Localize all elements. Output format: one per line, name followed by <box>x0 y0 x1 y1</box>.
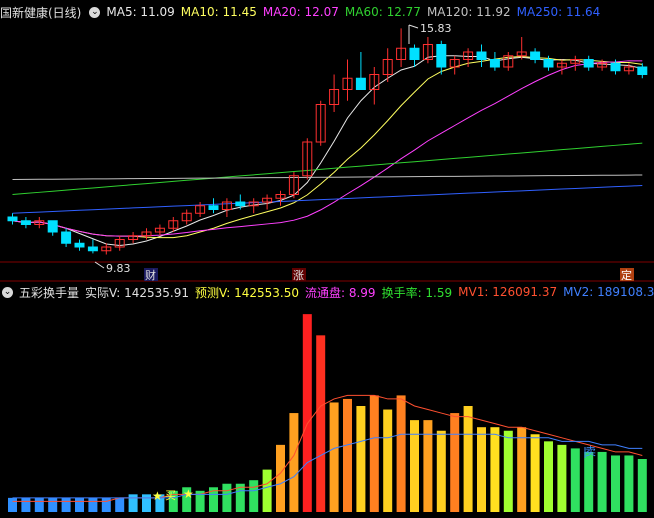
volume-bar <box>570 448 580 512</box>
volume-bars <box>8 314 647 512</box>
volume-bar <box>369 395 379 512</box>
volume-bar <box>611 455 620 512</box>
volume-bar <box>8 497 17 512</box>
volume-bar <box>436 430 446 512</box>
volume-bar <box>597 451 607 512</box>
candle-body <box>87 246 98 252</box>
buy-label: 买 <box>165 489 176 502</box>
volume-bar <box>115 497 125 512</box>
ma250-line <box>12 185 643 214</box>
volume-bar <box>21 497 31 512</box>
candle-body <box>74 242 85 248</box>
volume-bar <box>61 497 71 512</box>
candle-body <box>583 59 594 68</box>
sell-label: 卖 <box>585 445 596 458</box>
volume-bar <box>557 444 567 512</box>
volume-bar <box>396 395 406 512</box>
volume-bar <box>101 497 111 512</box>
volume-bar <box>530 434 540 512</box>
moving-average-lines <box>12 55 643 247</box>
candle-body <box>47 220 58 233</box>
volume-bar <box>356 406 366 512</box>
volume-bar <box>517 427 527 512</box>
candlestick-series <box>7 28 648 255</box>
ma10-line <box>12 55 643 239</box>
volume-bar <box>276 444 285 512</box>
volume-bar <box>48 497 58 512</box>
low-marker-pointer <box>94 261 105 269</box>
volume-bar <box>142 494 151 512</box>
volume-bar <box>463 406 473 512</box>
volume-bar <box>222 483 232 512</box>
volume-bar <box>584 451 594 512</box>
ma20-line <box>12 60 643 237</box>
volume-bar <box>503 430 513 512</box>
buy-star-icon-2: ★ <box>183 487 194 501</box>
volume-bar <box>75 497 84 512</box>
candle-body <box>530 51 541 60</box>
candle-body <box>20 220 31 225</box>
high-marker-pointer <box>408 24 419 29</box>
volume-bar <box>34 497 44 512</box>
limit-up-marker[interactable]: 涨 <box>293 269 304 282</box>
candle-body <box>409 47 420 60</box>
candle-body <box>489 59 500 68</box>
candle-body <box>208 205 219 210</box>
candle-body <box>610 62 621 72</box>
candle-body <box>637 66 648 75</box>
volume-bar <box>88 497 98 512</box>
candle-body <box>355 77 366 90</box>
volume-bar <box>477 427 486 512</box>
volume-bar <box>637 459 647 512</box>
low-price-label: 9.83 <box>106 262 131 275</box>
volume-bar <box>450 413 460 512</box>
volume-bar <box>490 427 500 512</box>
volume-bar <box>383 409 393 512</box>
candle-body <box>436 44 447 68</box>
volume-bar <box>302 314 312 512</box>
high-price-label: 15.83 <box>420 22 452 35</box>
stock-chart[interactable]: 15.83 9.83 财 涨 定 ★ 买 ★ 卖 <box>0 0 654 518</box>
volume-bar <box>128 494 138 512</box>
finance-marker[interactable]: 财 <box>145 268 156 282</box>
volume-bar <box>262 469 272 512</box>
buy-star-icon: ★ <box>152 489 163 503</box>
candle-body <box>7 216 18 222</box>
candle-body <box>235 201 246 207</box>
volume-bar <box>329 402 339 512</box>
volume-bar <box>343 398 352 512</box>
volume-bar <box>316 335 326 512</box>
candle-body <box>61 231 72 244</box>
volume-bar <box>249 480 259 512</box>
candle-body <box>543 59 554 68</box>
volume-bar <box>289 413 299 512</box>
volume-bar <box>544 441 553 512</box>
candle-body <box>476 51 487 60</box>
fixed-marker[interactable]: 定 <box>621 268 632 282</box>
volume-bar <box>624 455 634 512</box>
ma60-line <box>12 142 643 195</box>
